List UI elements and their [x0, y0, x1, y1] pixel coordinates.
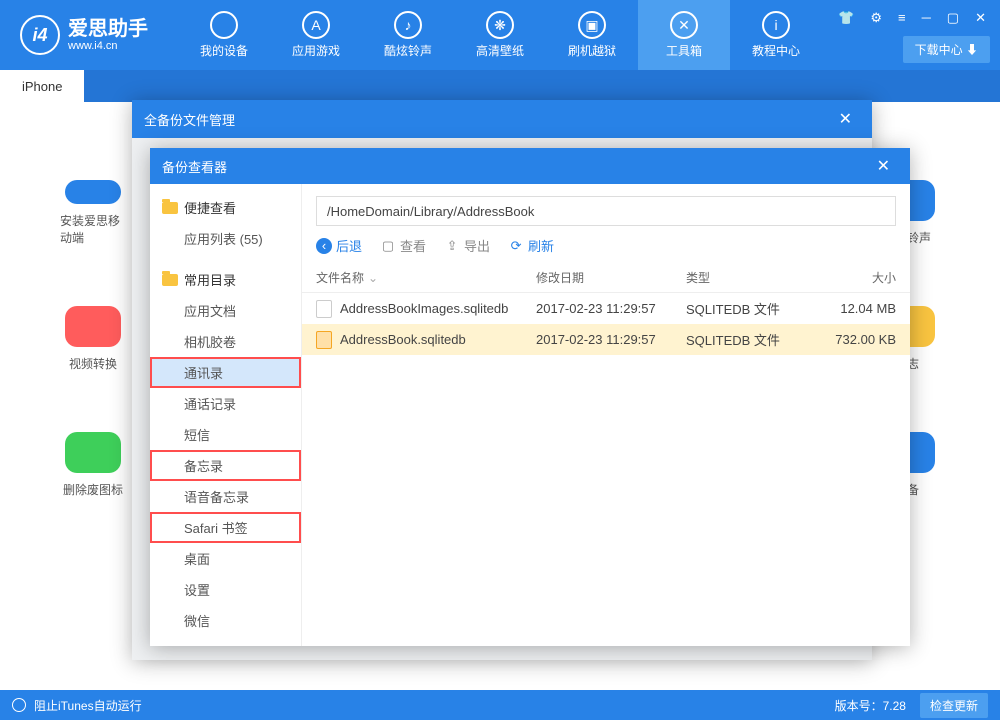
refresh-icon: ⟳	[508, 238, 524, 254]
sidebar-item[interactable]: 相机胶卷	[150, 326, 301, 357]
main-nav: 我的设备 A 应用游戏 ♪ 酷炫铃声 ❋ 高清壁纸 ▣ 刷机越狱 ✕ 工具箱 i 教程中心	[178, 0, 822, 70]
circle-icon	[12, 698, 26, 712]
file-name: AddressBook.sqlitedb	[340, 332, 466, 347]
nav-label: 教程中心	[752, 42, 800, 59]
sidebar-section-quick[interactable]: 便捷查看	[150, 192, 301, 223]
file-date: 2017-02-23 11:29:57	[536, 301, 686, 316]
nav-item-5[interactable]: ✕ 工具箱	[638, 0, 730, 70]
file-icon	[316, 300, 332, 318]
nav-item-3[interactable]: ❋ 高清壁纸	[454, 0, 546, 70]
sidebar-item[interactable]: Safari 书签	[150, 512, 301, 543]
nav-icon: ♪	[394, 11, 422, 39]
nav-label: 酷炫铃声	[384, 42, 432, 59]
file-list-header: 文件名称⌄ 修改日期 类型 大小	[302, 263, 910, 293]
col-type[interactable]: 类型	[686, 269, 806, 286]
download-center-button[interactable]: 下载中心 ⬇	[903, 36, 990, 63]
file-type: SQLITEDB 文件	[686, 330, 806, 349]
eye-icon: ▢	[380, 238, 396, 254]
nav-item-6[interactable]: i 教程中心	[730, 0, 822, 70]
sidebar-item-apps[interactable]: 应用列表 (55)	[150, 223, 301, 254]
nav-item-4[interactable]: ▣ 刷机越狱	[546, 0, 638, 70]
close-icon[interactable]: ✕	[831, 105, 860, 133]
file-icon	[316, 331, 332, 349]
nav-label: 工具箱	[666, 42, 702, 59]
dialog-title: 备份查看器	[162, 157, 227, 176]
nav-label: 高清壁纸	[476, 42, 524, 59]
nav-icon: i	[762, 11, 790, 39]
close-icon[interactable]: ✕	[971, 8, 990, 28]
logo-badge: i4	[20, 15, 60, 55]
nav-icon: ❋	[486, 11, 514, 39]
download-icon: ⬇	[966, 43, 978, 57]
minimize-icon[interactable]: ─	[918, 8, 935, 28]
export-button[interactable]: ⇪导出	[444, 236, 490, 255]
dialog-title: 全备份文件管理	[144, 110, 235, 129]
sidebar-item[interactable]: 通话记录	[150, 388, 301, 419]
nav-icon: ✕	[670, 11, 698, 39]
gear-icon[interactable]: ⚙	[866, 8, 886, 28]
sidebar-item[interactable]: 语音备忘录	[150, 481, 301, 512]
sidebar-section-common[interactable]: 常用目录	[150, 264, 301, 295]
file-date: 2017-02-23 11:29:57	[536, 332, 686, 347]
sidebar-item[interactable]: 设置	[150, 574, 301, 605]
nav-label: 我的设备	[200, 42, 248, 59]
col-name[interactable]: 文件名称⌄	[316, 269, 536, 286]
sidebar-item[interactable]: 短信	[150, 419, 301, 450]
nav-item-2[interactable]: ♪ 酷炫铃声	[362, 0, 454, 70]
sidebar-item[interactable]: 备忘录	[150, 450, 301, 481]
maximize-icon[interactable]: ▢	[943, 8, 963, 28]
sidebar: 便捷查看 应用列表 (55) 常用目录 应用文档相机胶卷通讯录通话记录短信备忘录…	[150, 184, 302, 646]
status-bar: 阻止iTunes自动运行 版本号：7.28 检查更新	[0, 690, 1000, 720]
file-panel: /HomeDomain/Library/AddressBook ‹后退 ▢查看 …	[302, 184, 910, 646]
logo-en: www.i4.cn	[68, 40, 148, 52]
titlebar: i4 爱思助手 www.i4.cn 我的设备 A 应用游戏 ♪ 酷炫铃声 ❋ 高清壁纸 ▣ 刷机…	[0, 0, 1000, 70]
tab-iphone[interactable]: iPhone	[0, 70, 84, 102]
file-row[interactable]: AddressBookImages.sqlitedb 2017-02-23 11:…	[302, 293, 910, 324]
col-date[interactable]: 修改日期	[536, 269, 686, 286]
folder-icon	[162, 202, 178, 214]
file-name: AddressBookImages.sqlitedb	[340, 301, 508, 316]
sidebar-item[interactable]: 通讯录	[150, 357, 301, 388]
menu-icon[interactable]: ≡	[894, 8, 910, 28]
close-icon[interactable]: ✕	[869, 152, 898, 180]
file-size: 732.00 KB	[806, 332, 896, 347]
version-label: 版本号：7.28	[835, 697, 906, 714]
sort-icon: ⌄	[368, 271, 378, 285]
nav-icon	[210, 11, 238, 39]
backup-viewer-dialog: 备份查看器 ✕ 便捷查看 应用列表 (55) 常用目录 应用文档相机胶卷通讯录通…	[150, 148, 910, 646]
nav-label: 刷机越狱	[568, 42, 616, 59]
view-button[interactable]: ▢查看	[380, 236, 426, 255]
file-row[interactable]: AddressBook.sqlitedb 2017-02-23 11:29:57S…	[302, 324, 910, 355]
toolbar: ‹后退 ▢查看 ⇪导出 ⟳刷新	[302, 232, 910, 263]
folder-icon	[162, 274, 178, 286]
col-size[interactable]: 大小	[806, 269, 896, 286]
sidebar-item[interactable]: 桌面	[150, 543, 301, 574]
nav-label: 应用游戏	[292, 42, 340, 59]
logo[interactable]: i4 爱思助手 www.i4.cn	[10, 15, 158, 55]
tab-strip: iPhone	[0, 70, 1000, 102]
nav-icon: A	[302, 11, 330, 39]
status-text[interactable]: 阻止iTunes自动运行	[34, 697, 142, 714]
sidebar-item[interactable]: 应用文档	[150, 295, 301, 326]
window-controls: 👕 ⚙ ≡ ─ ▢ ✕	[834, 8, 990, 28]
nav-item-0[interactable]: 我的设备	[178, 0, 270, 70]
nav-item-1[interactable]: A 应用游戏	[270, 0, 362, 70]
nav-icon: ▣	[578, 11, 606, 39]
refresh-button[interactable]: ⟳刷新	[508, 236, 554, 255]
path-input[interactable]: /HomeDomain/Library/AddressBook	[316, 196, 896, 226]
file-size: 12.04 MB	[806, 301, 896, 316]
back-button[interactable]: ‹后退	[316, 236, 362, 255]
sidebar-item[interactable]: 微信	[150, 605, 301, 636]
file-type: SQLITEDB 文件	[686, 299, 806, 318]
check-update-button[interactable]: 检查更新	[920, 693, 988, 718]
export-icon: ⇪	[444, 238, 460, 254]
logo-zh: 爱思助手	[68, 18, 148, 40]
arrow-left-icon: ‹	[316, 238, 332, 254]
shirt-icon[interactable]: 👕	[834, 8, 858, 28]
